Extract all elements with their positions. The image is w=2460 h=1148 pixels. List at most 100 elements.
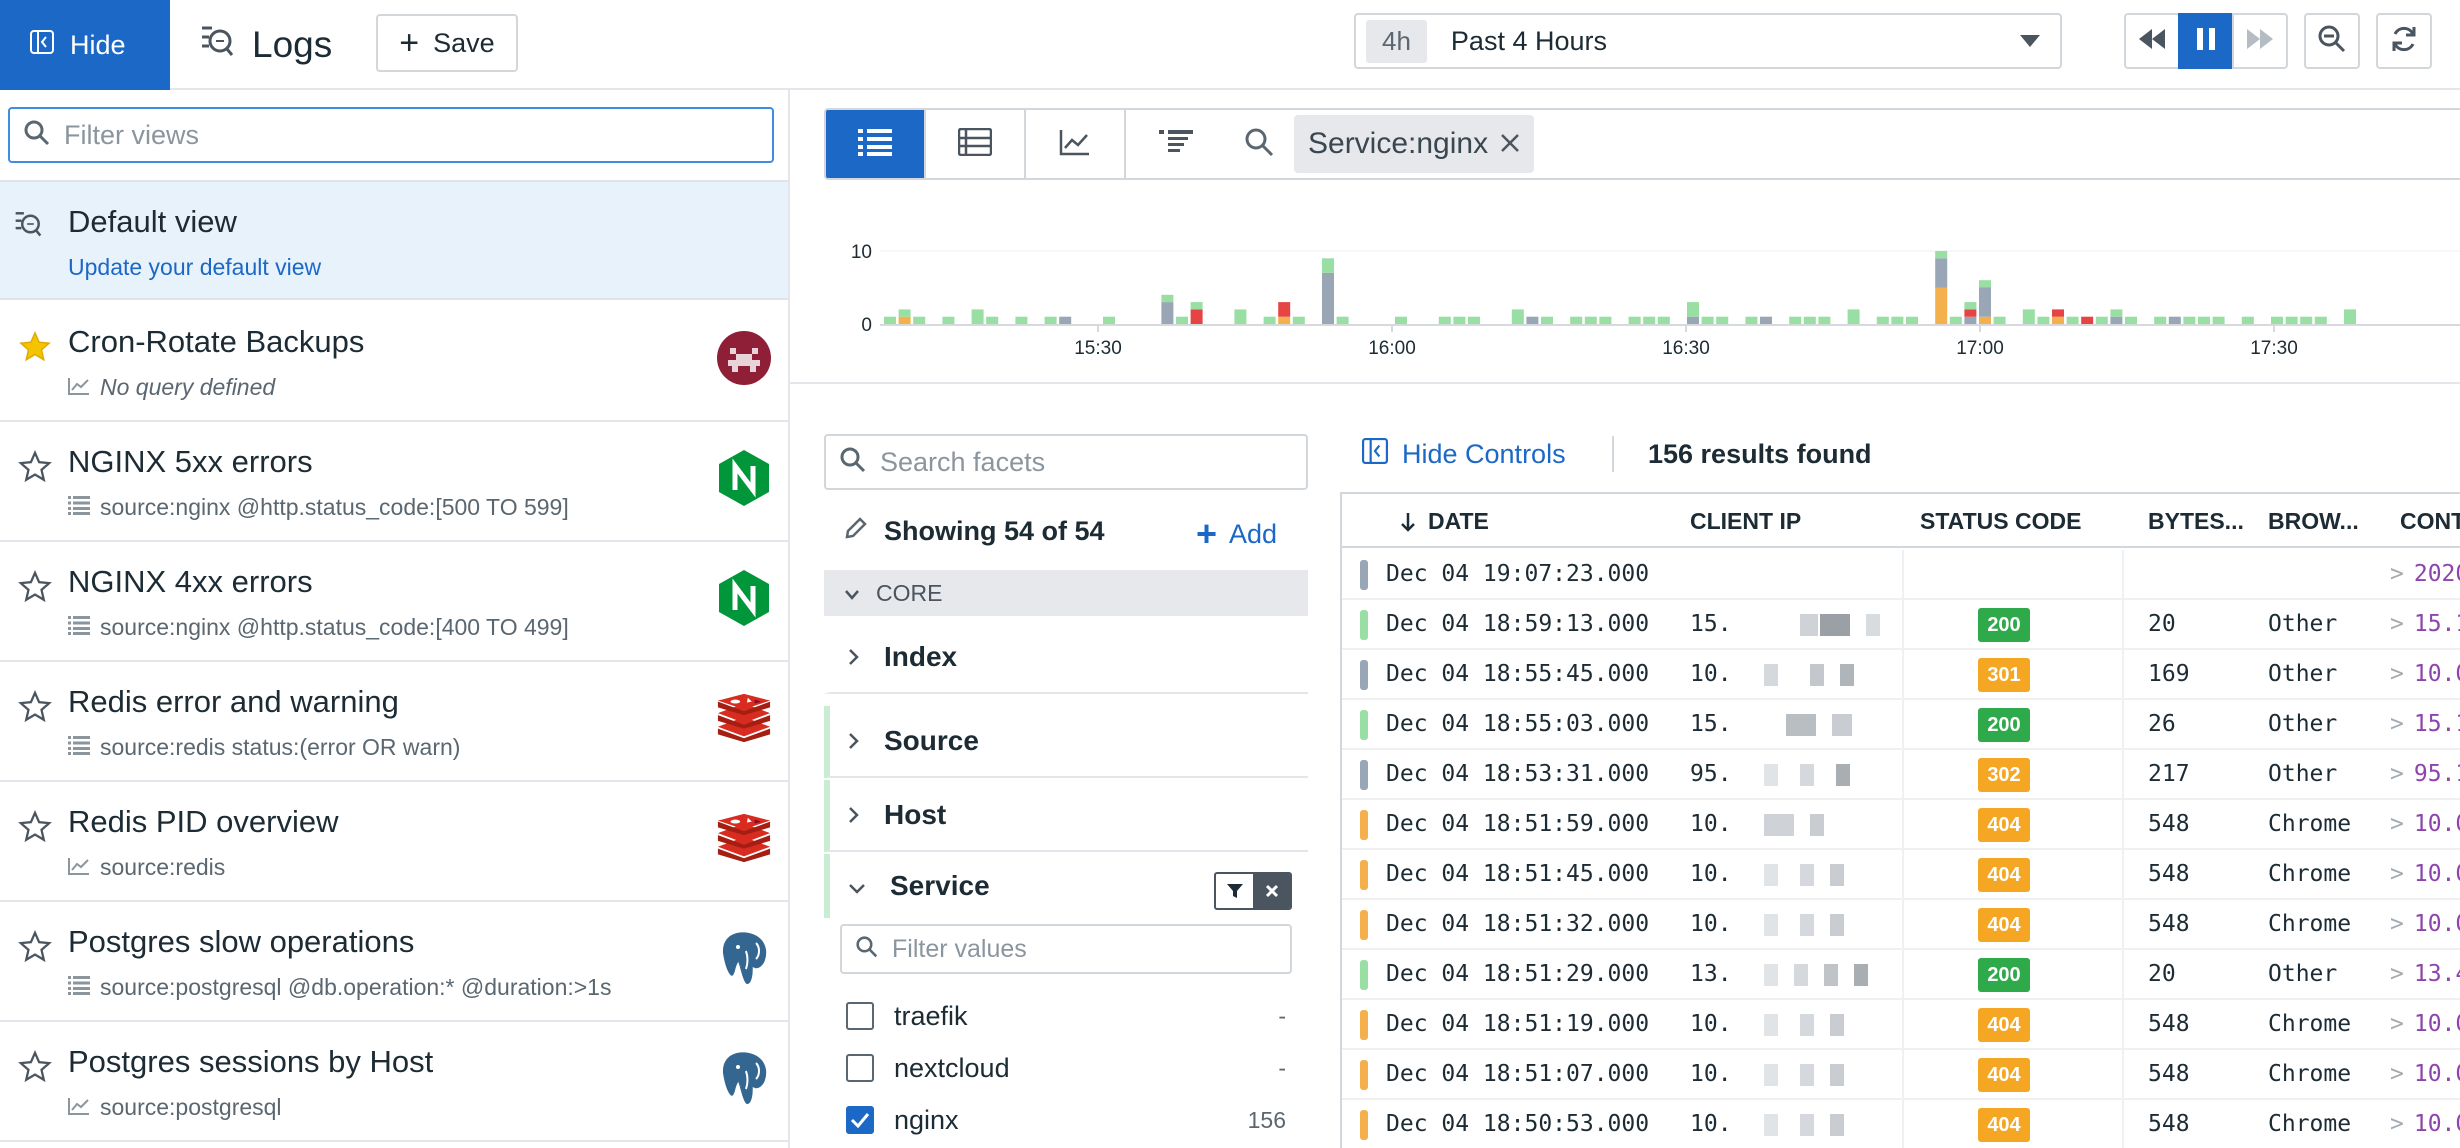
core-facet-group[interactable]: CORE: [824, 570, 1308, 616]
query-chip[interactable]: Service:nginx: [1294, 115, 1535, 173]
histogram-bar-ok[interactable]: [1599, 316, 1612, 324]
histogram-bar-ok[interactable]: [1336, 316, 1349, 324]
histogram-bar-ok[interactable]: [1438, 316, 1451, 324]
facet-value-nextcloud[interactable]: nextcloud -: [846, 1048, 1286, 1088]
tab-list-view[interactable]: [826, 110, 926, 178]
tab-patterns-view[interactable]: [926, 110, 1026, 178]
histogram-bar-ok[interactable]: [1628, 316, 1641, 324]
histogram-bar-error[interactable]: [2081, 316, 2094, 324]
fast-forward-button[interactable]: [2232, 13, 2288, 69]
histogram-bar-ok[interactable]: [2198, 316, 2210, 324]
histogram-bar-ok[interactable]: [1190, 302, 1203, 310]
add-facet-button[interactable]: + Add: [1196, 516, 1277, 552]
column-date[interactable]: DATE: [1400, 508, 1489, 535]
table-row[interactable]: Dec 04 18:50:53.000 10. 404 548 Chrome >10.0: [1342, 1100, 2460, 1148]
histogram-bar-ok[interactable]: [971, 309, 984, 324]
histogram-bar-warn[interactable]: [1979, 316, 1991, 324]
histogram-bar-ok[interactable]: [1044, 316, 1057, 324]
table-row[interactable]: Dec 04 18:51:29.000 13. 200 20 Other >13.4: [1342, 950, 2460, 1000]
checkbox[interactable]: [846, 1054, 874, 1082]
histogram-bar-info[interactable]: [1760, 316, 1772, 324]
facet-value-traefik[interactable]: traefik -: [846, 996, 1286, 1036]
histogram-bar-info[interactable]: [1161, 302, 1174, 324]
histogram-bar-ok[interactable]: [1818, 316, 1831, 324]
histogram-bar-ok[interactable]: [2066, 316, 2079, 324]
histogram-bar-ok[interactable]: [1541, 316, 1553, 324]
histogram-bar-ok[interactable]: [1161, 294, 1174, 303]
histogram-bar-ok[interactable]: [1468, 316, 1480, 324]
histogram-bar-ok[interactable]: [1584, 316, 1597, 324]
update-default-view-link[interactable]: Update your default view: [68, 254, 321, 281]
column-bytes[interactable]: BYTES...: [2148, 508, 2244, 535]
histogram-bar-ok[interactable]: [1891, 316, 1904, 324]
histogram-bar-info[interactable]: [1979, 287, 1991, 317]
column-content[interactable]: CONT: [2400, 508, 2460, 535]
save-button[interactable]: + Save: [376, 14, 518, 72]
pause-button[interactable]: [2178, 13, 2234, 69]
table-row[interactable]: Dec 04 18:51:45.000 10. 404 548 Chrome >10.0: [1342, 850, 2460, 900]
histogram-bar-ok[interactable]: [1263, 316, 1276, 324]
histogram-bar-ok[interactable]: [1964, 302, 1977, 310]
filter-values-field[interactable]: [840, 924, 1292, 974]
saved-view-item[interactable]: Redis error and warning source:redis stat…: [0, 662, 788, 782]
saved-view-item[interactable]: Postgres slow operations source:postgresq…: [0, 902, 788, 1022]
histogram-bar-ok[interactable]: [1395, 316, 1407, 324]
checkbox-checked[interactable]: [846, 1106, 874, 1134]
histogram-bar-warn[interactable]: [2052, 316, 2064, 324]
histogram-bar-ok[interactable]: [898, 309, 911, 317]
histogram-bar-ok[interactable]: [1292, 316, 1305, 324]
histogram-bar-info[interactable]: [1964, 316, 1977, 324]
histogram-bar-info[interactable]: [1935, 258, 1948, 288]
histogram-bar-ok[interactable]: [1322, 258, 1334, 273]
rewind-button[interactable]: [2124, 13, 2180, 69]
table-row[interactable]: Dec 04 18:51:19.000 10. 404 548 Chrome >10.0: [1342, 1000, 2460, 1050]
histogram-bar-ok[interactable]: [913, 316, 926, 324]
histogram-bar-ok[interactable]: [1906, 316, 1918, 324]
histogram-bar-info[interactable]: [1687, 316, 1699, 324]
histogram-bar-ok[interactable]: [1935, 251, 1948, 259]
histogram-bar-ok[interactable]: [1993, 316, 2006, 324]
column-browser[interactable]: BROW...: [2268, 508, 2359, 535]
histogram-bar-ok[interactable]: [2212, 316, 2225, 324]
histogram-bar-ok[interactable]: [1234, 309, 1247, 324]
histogram-bar-info[interactable]: [1322, 272, 1334, 324]
facet-host[interactable]: Host: [824, 780, 1308, 852]
saved-view-item[interactable]: Redis PID overview source:redis: [0, 782, 788, 902]
histogram-bar-ok[interactable]: [1453, 316, 1466, 324]
log-search-bar[interactable]: Service:nginx: [1222, 108, 2460, 180]
star-icon[interactable]: [18, 450, 52, 489]
histogram-bar-error[interactable]: [1190, 309, 1203, 324]
histogram-bar-warn[interactable]: [1935, 287, 1948, 325]
table-row[interactable]: Dec 04 18:55:45.000 10. 301 169 Other >10.0: [1342, 650, 2460, 700]
histogram-bar-ok[interactable]: [2037, 316, 2050, 324]
histogram-bar-ok[interactable]: [1979, 280, 1991, 288]
table-row[interactable]: Dec 04 18:51:32.000 10. 404 548 Chrome >10.0: [1342, 900, 2460, 950]
histogram-bar-ok[interactable]: [1657, 316, 1670, 324]
hide-controls-button[interactable]: Hide Controls: [1362, 434, 1566, 474]
histogram-bar-ok[interactable]: [1876, 316, 1889, 324]
pencil-icon[interactable]: [844, 516, 868, 547]
histogram-bar-ok[interactable]: [942, 316, 955, 324]
default-view-item[interactable]: Default view Update your default view: [0, 180, 788, 300]
histogram-bar-ok[interactable]: [2125, 316, 2137, 324]
log-volume-histogram[interactable]: 10 0 15:30 16:00 16:30 17:00 17:30: [800, 200, 2460, 380]
saved-view-item[interactable]: NGINX 5xx errors source:nginx @http.statu…: [0, 422, 788, 542]
histogram-bar-ok[interactable]: [2241, 316, 2254, 324]
saved-view-item[interactable]: NGINX 4xx errors source:nginx @http.statu…: [0, 542, 788, 662]
histogram-bar-ok[interactable]: [2095, 316, 2108, 324]
checkbox[interactable]: [846, 1002, 874, 1030]
histogram-bar-ok[interactable]: [1176, 316, 1188, 324]
histogram-bar-ok[interactable]: [1847, 309, 1860, 324]
star-filled-icon[interactable]: [18, 330, 52, 369]
search-facets-input[interactable]: [880, 446, 1280, 478]
histogram-bar-info[interactable]: [2110, 316, 2123, 324]
star-icon[interactable]: [18, 930, 52, 969]
zoom-out-button[interactable]: [2304, 13, 2360, 69]
column-client-ip[interactable]: CLIENT IP: [1690, 508, 1801, 535]
histogram-bar-info[interactable]: [1059, 316, 1072, 324]
table-row[interactable]: Dec 04 18:51:59.000 10. 404 548 Chrome >10.0: [1342, 800, 2460, 850]
table-row[interactable]: Dec 04 18:51:07.000 10. 404 548 Chrome >10.0: [1342, 1050, 2460, 1100]
histogram-bar-ok[interactable]: [1701, 316, 1714, 324]
histogram-bar-ok[interactable]: [1789, 316, 1802, 324]
histogram-bar-ok[interactable]: [2154, 316, 2167, 324]
